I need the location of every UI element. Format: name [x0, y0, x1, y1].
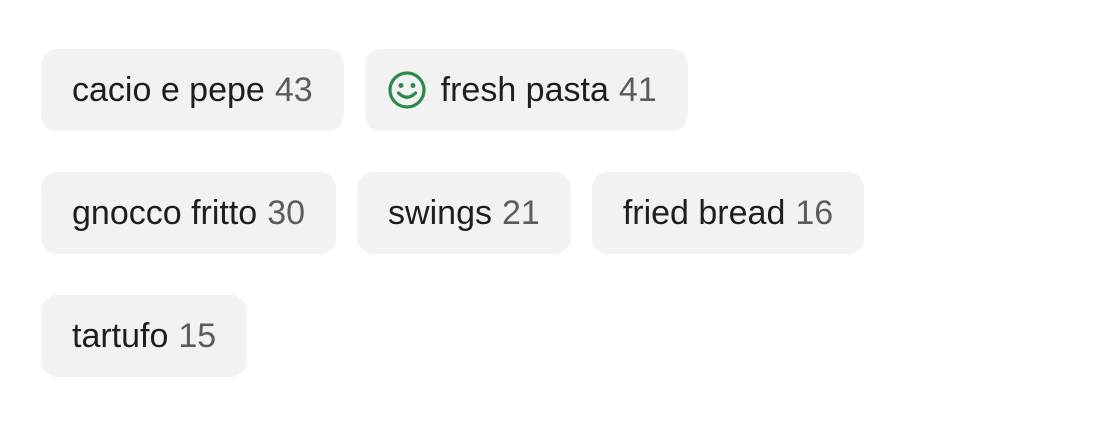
tag-chip-fried-bread[interactable]: fried bread 16 — [591, 172, 865, 254]
tag-chip-swings[interactable]: swings 21 — [357, 172, 571, 254]
tag-count: 21 — [501, 194, 540, 232]
tag-label: tartufo — [72, 317, 169, 355]
tag-chip-cacio-e-pepe[interactable]: cacio e pepe 43 — [41, 49, 344, 131]
tag-chip-fresh-pasta[interactable]: fresh pasta 41 — [364, 49, 688, 131]
tag-row: cacio e pepe 43 fresh pasta 41 — [41, 49, 1041, 131]
tag-label: cacio e pepe — [72, 71, 265, 109]
tag-chip-gnocco-fritto[interactable]: gnocco fritto 30 — [41, 172, 337, 254]
tag-count: 30 — [267, 194, 306, 232]
tag-row: gnocco fritto 30 swings 21 fried bread 1… — [41, 172, 1041, 254]
tag-count: 43 — [274, 71, 313, 109]
tag-count: 16 — [795, 194, 834, 232]
tag-count: 15 — [178, 317, 217, 355]
tag-chip-tartufo[interactable]: tartufo 15 — [41, 295, 248, 377]
tag-label: gnocco fritto — [72, 194, 258, 232]
tag-label: swings — [388, 194, 492, 232]
tag-chip-list: cacio e pepe 43 fresh pasta 41 gnocco fr… — [41, 49, 1041, 418]
tag-row: tartufo 15 — [41, 295, 1041, 377]
tag-label: fresh pasta — [440, 71, 609, 109]
smiley-icon — [387, 70, 427, 110]
tag-count: 41 — [618, 71, 657, 109]
tag-label: fried bread — [622, 194, 786, 232]
